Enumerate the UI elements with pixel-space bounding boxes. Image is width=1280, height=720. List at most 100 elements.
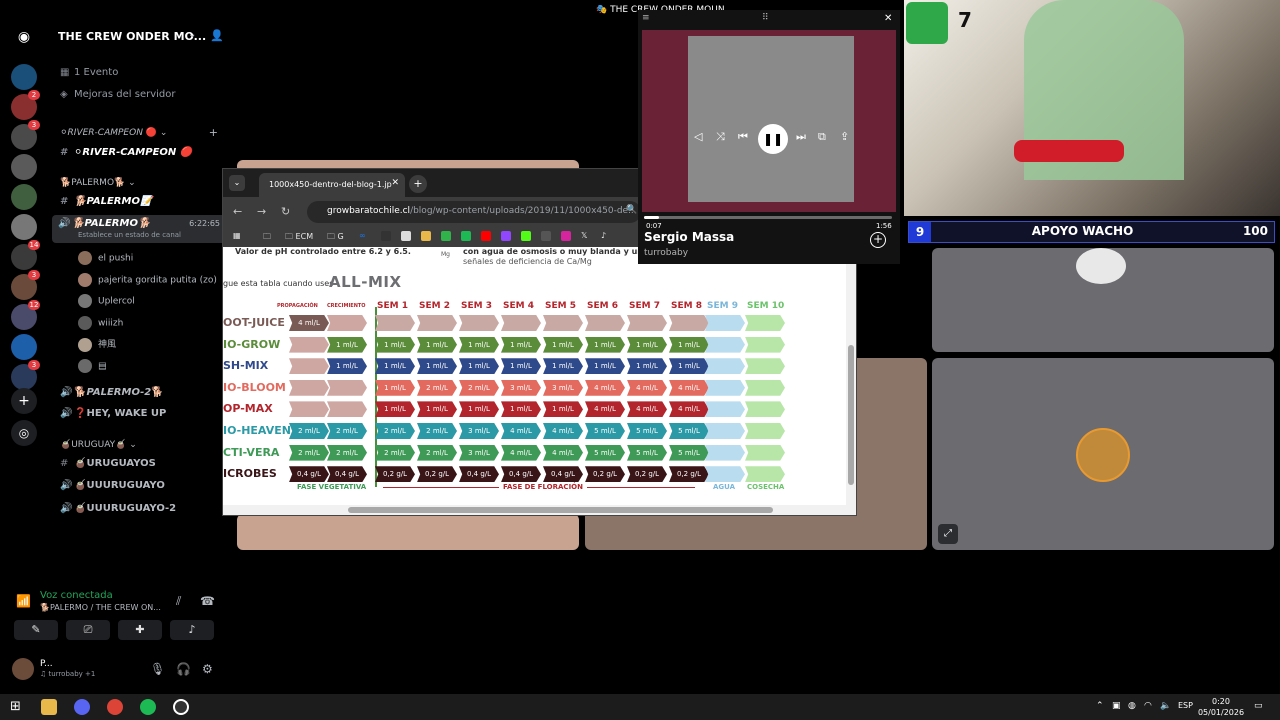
server-icon[interactable] bbox=[11, 154, 37, 180]
x-icon[interactable]: 𝕏 bbox=[581, 231, 587, 240]
voice-channel-path[interactable]: 🐕PALERMO / THE CREW ON... bbox=[40, 603, 161, 612]
folder-icon[interactable]: 🗀 bbox=[263, 231, 271, 245]
voice-channel-uuuruguayo-2[interactable]: 🔊 🧉UUURUGUAYO-2 bbox=[60, 503, 176, 514]
language-indicator[interactable]: ESP bbox=[1178, 701, 1193, 710]
obs-icon[interactable] bbox=[173, 699, 189, 715]
bookmark-icon[interactable] bbox=[421, 231, 431, 241]
headphones-icon[interactable]: 🎧 bbox=[176, 662, 191, 676]
voice-member[interactable]: el pushi bbox=[78, 251, 133, 265]
server-icon[interactable] bbox=[11, 184, 37, 210]
voice-channel-uuuruguayo[interactable]: 🔊 🧉UUURUGUAYO bbox=[60, 480, 165, 491]
add-channel-icon[interactable]: + bbox=[209, 126, 218, 139]
next-icon[interactable]: ⏭ bbox=[796, 130, 806, 144]
scroll-thumb[interactable] bbox=[848, 345, 854, 485]
soundboard-button[interactable]: ♪ bbox=[170, 620, 214, 640]
address-bar[interactable]: growbaratochile.cl/blog/wp-content/uploa… bbox=[307, 201, 641, 223]
server-header[interactable]: THE CREW ONDER MO... ⌄ 👤 bbox=[58, 29, 226, 43]
voice-channel-palermo-2[interactable]: 🔊 🐕PALERMO-2🐕 bbox=[60, 387, 164, 398]
volume-icon[interactable]: 🔈 bbox=[1160, 701, 1171, 711]
back-icon[interactable]: ← bbox=[233, 205, 242, 218]
channel-river-campeon[interactable]: # ⚪RIVER-CAMPEON 🔴 bbox=[60, 147, 192, 158]
meta-icon[interactable]: ∞ bbox=[359, 231, 366, 240]
track-title[interactable]: Sergio Massa bbox=[644, 230, 734, 244]
track-artist[interactable]: turrobaby bbox=[644, 248, 688, 258]
bookmark-icon[interactable] bbox=[441, 231, 451, 241]
voice-member[interactable]: 神風 bbox=[78, 337, 116, 352]
instagram-icon[interactable] bbox=[561, 231, 571, 241]
new-tab-button[interactable]: + bbox=[409, 175, 427, 193]
bookmark-g[interactable]: 🗀 G bbox=[327, 231, 344, 245]
expand-icon[interactable]: ⤢ bbox=[938, 524, 958, 544]
spotify-icon[interactable] bbox=[140, 699, 156, 715]
file-explorer-icon[interactable] bbox=[41, 699, 57, 715]
chrome-icon[interactable] bbox=[107, 699, 123, 715]
voice-member[interactable]: pajerita gordita putita (zo) bbox=[78, 273, 217, 287]
tab-image[interactable]: 1000x450-dentro-del-blog-1.jp ✕ bbox=[259, 173, 405, 197]
apps-icon[interactable]: ▦ bbox=[233, 231, 241, 240]
server-icon[interactable] bbox=[11, 64, 37, 90]
bookmark-icon[interactable] bbox=[541, 231, 551, 241]
discord-icon[interactable] bbox=[74, 699, 90, 715]
voice-channel-hey-wake-up[interactable]: 🔊 ❓HEY, WAKE UP bbox=[60, 408, 166, 419]
shuffle-icon[interactable]: ⤨ bbox=[716, 130, 725, 144]
category-uruguay[interactable]: 🧉URUGUAY🧉 ⌄ bbox=[60, 440, 137, 450]
menu-icon[interactable]: ≡ bbox=[642, 13, 650, 23]
bookmark-ecm[interactable]: 🗀 ECM bbox=[285, 231, 313, 245]
voice-channel-palermo[interactable]: 🔊 🐕PALERMO🐕 6:22:65 Establece un estado d… bbox=[52, 215, 226, 243]
settings-gear-icon[interactable]: ⚙ bbox=[202, 662, 213, 676]
camera-button[interactable]: ✎ bbox=[14, 620, 58, 640]
vertical-scrollbar[interactable] bbox=[846, 247, 856, 505]
zoom-icon[interactable]: 🔍 bbox=[626, 205, 637, 215]
screen-share-button[interactable]: ⎚ bbox=[66, 620, 110, 640]
volume-icon[interactable]: ◁ bbox=[694, 130, 702, 143]
tray-icon[interactable]: ◍ bbox=[1128, 701, 1136, 711]
reload-icon[interactable]: ↻ bbox=[281, 205, 290, 218]
youtube-icon[interactable] bbox=[481, 231, 491, 241]
twitch-icon[interactable] bbox=[501, 231, 511, 241]
add-to-library-button[interactable]: + bbox=[870, 232, 886, 248]
progress-bar[interactable] bbox=[644, 216, 892, 219]
horizontal-scrollbar[interactable] bbox=[223, 505, 856, 515]
bookmark-icon[interactable] bbox=[461, 231, 471, 241]
category-palermo[interactable]: 🐕PALERMO🐕 ⌄ bbox=[60, 178, 136, 188]
microphone-icon[interactable]: 🎙 bbox=[150, 662, 165, 676]
pause-button[interactable]: ❚❚ bbox=[758, 124, 788, 154]
previous-icon[interactable]: ⏮ bbox=[738, 130, 748, 144]
voice-member[interactable]: Uplercol bbox=[78, 294, 135, 308]
scroll-thumb[interactable] bbox=[348, 507, 773, 513]
forward-icon[interactable]: → bbox=[257, 205, 266, 218]
explore-icon[interactable]: ◎ bbox=[11, 420, 37, 446]
invite-icon[interactable]: 👤 bbox=[210, 29, 224, 42]
server-icon[interactable] bbox=[11, 214, 37, 240]
server-icon[interactable] bbox=[11, 334, 37, 360]
notifications-icon[interactable]: ▭ bbox=[1254, 701, 1263, 711]
connect-device-icon[interactable]: ⧉ bbox=[818, 130, 826, 144]
channel-uruguayos[interactable]: # 🧉URUGUAYOS bbox=[60, 458, 156, 469]
tab-search-icon[interactable]: ⌄ bbox=[229, 175, 245, 191]
noise-suppression-icon[interactable]: ⫽ bbox=[176, 594, 181, 609]
share-icon[interactable]: ⇪ bbox=[840, 130, 849, 143]
events-item[interactable]: ▦ 1 Evento bbox=[60, 67, 118, 78]
close-icon[interactable]: ✕ bbox=[884, 13, 892, 24]
boosts-item[interactable]: ◈ Mejoras del servidor bbox=[60, 89, 176, 100]
disconnect-icon[interactable]: ☎ bbox=[200, 594, 215, 608]
tray-chevron-icon[interactable]: ⌃ bbox=[1096, 701, 1104, 711]
bookmark-icon[interactable] bbox=[381, 231, 391, 241]
bookmark-icon[interactable] bbox=[401, 231, 411, 241]
drag-handle-icon[interactable]: ⠿ bbox=[762, 13, 769, 23]
wifi-icon[interactable]: ◠ bbox=[1144, 701, 1152, 711]
category-river[interactable]: ⚪RIVER-CAMPEON 🔴 ⌄ bbox=[60, 128, 167, 138]
tray-icon[interactable]: ▣ bbox=[1112, 701, 1121, 711]
close-tab-icon[interactable]: ✕ bbox=[391, 178, 399, 188]
activities-button[interactable]: ✚ bbox=[118, 620, 162, 640]
kick-icon[interactable] bbox=[521, 231, 531, 241]
start-icon[interactable]: ⊞ bbox=[10, 699, 21, 714]
tiktok-icon[interactable]: ♪ bbox=[601, 231, 606, 240]
voice-member[interactable]: wiiizh bbox=[78, 316, 123, 330]
signal-icon[interactable]: 📶 bbox=[16, 594, 31, 608]
discord-home-icon[interactable]: ◉ bbox=[11, 24, 37, 50]
channel-palermo[interactable]: # 🐕PALERMO📝 bbox=[60, 196, 152, 207]
chevron-down-icon[interactable]: ⌄ bbox=[188, 29, 196, 40]
voice-member[interactable]: ▤ bbox=[78, 359, 107, 373]
add-server-icon[interactable]: + bbox=[11, 388, 37, 414]
